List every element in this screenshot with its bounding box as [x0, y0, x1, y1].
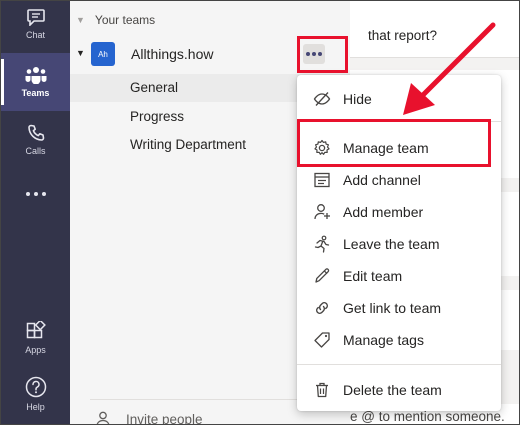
compose-placeholder: e @ to mention someone. — [350, 409, 505, 424]
team-row[interactable]: ▼ Ah Allthings.how — [70, 39, 350, 71]
menu-item-hide[interactable]: Hide — [297, 83, 501, 115]
apps-icon — [26, 321, 46, 339]
menu-label: Add member — [343, 204, 424, 220]
add-member-icon — [314, 204, 330, 220]
menu-label: Leave the team — [343, 236, 440, 252]
menu-label: Manage team — [343, 140, 429, 156]
dot-icon — [312, 52, 316, 56]
menu-label: Delete the team — [343, 382, 442, 398]
chevron-down-icon: ▼ — [76, 15, 85, 25]
rail-label-chat: Chat — [25, 30, 45, 40]
dot-icon — [306, 52, 310, 56]
message-card: that report? — [350, 1, 519, 58]
team-options-menu: Hide Manage team Add channel Add member … — [297, 75, 501, 411]
gear-icon — [314, 139, 330, 155]
invite-label: Invite people — [126, 411, 203, 425]
your-teams-label: Your teams — [94, 13, 156, 27]
add-person-icon — [96, 411, 110, 424]
leave-icon — [314, 235, 330, 253]
help-icon — [25, 376, 46, 398]
channel-writing-department[interactable]: Writing Department — [130, 137, 246, 152]
rail-item-calls[interactable]: Calls — [1, 111, 70, 169]
hide-icon — [313, 92, 331, 106]
chat-icon — [26, 9, 45, 26]
rail-label-calls: Calls — [25, 146, 46, 156]
channel-label: Writing Department — [130, 137, 247, 152]
menu-label: Manage tags — [343, 332, 424, 348]
rail-item-chat[interactable]: Chat — [1, 1, 70, 53]
rail-item-teams[interactable]: Teams — [1, 53, 70, 111]
add-channel-icon — [314, 172, 330, 188]
app-rail: Chat Teams Calls Apps Help — [1, 1, 70, 424]
menu-item-leave-team[interactable]: Leave the team — [297, 228, 501, 260]
dot-icon — [318, 52, 322, 56]
menu-item-delete-team[interactable]: Delete the team — [297, 374, 501, 406]
rail-label-teams: Teams — [21, 88, 50, 98]
more-icon — [25, 192, 46, 196]
menu-item-add-member[interactable]: Add member — [297, 196, 501, 228]
menu-item-get-link[interactable]: Get link to team — [297, 292, 501, 324]
link-icon — [316, 302, 328, 314]
invite-people-button[interactable]: Invite people — [96, 411, 203, 425]
expand-caret-icon[interactable]: ▼ — [76, 48, 85, 58]
team-name: Allthings.how — [131, 46, 214, 62]
menu-label: Hide — [343, 91, 372, 107]
channel-progress[interactable]: Progress — [130, 109, 184, 124]
rail-item-help[interactable]: Help — [1, 365, 70, 423]
menu-label: Add channel — [343, 172, 421, 188]
tag-icon — [314, 332, 330, 348]
menu-item-edit-team[interactable]: Edit team — [297, 260, 501, 292]
rail-item-more[interactable] — [1, 165, 70, 223]
more-options-button[interactable] — [303, 44, 325, 64]
menu-divider — [297, 121, 501, 122]
phone-icon — [27, 124, 44, 141]
rail-label-apps: Apps — [25, 345, 46, 355]
your-teams-header[interactable]: ▼ Your teams — [76, 13, 155, 27]
teams-window: Chat Teams Calls Apps Help ▼ Your teams … — [0, 0, 520, 425]
channel-label: Progress — [130, 109, 185, 124]
menu-divider — [297, 364, 501, 365]
menu-item-add-channel[interactable]: Add channel — [297, 164, 501, 196]
menu-label: Edit team — [343, 268, 403, 284]
rail-label-help: Help — [26, 402, 45, 412]
team-avatar: Ah — [91, 42, 115, 66]
pencil-icon — [315, 268, 330, 283]
trash-icon — [316, 382, 328, 398]
message-text: that report? — [368, 28, 438, 43]
menu-item-manage-team[interactable]: Manage team — [297, 132, 501, 164]
teams-icon — [25, 67, 46, 84]
rail-item-apps[interactable]: Apps — [1, 309, 70, 367]
menu-item-manage-tags[interactable]: Manage tags — [297, 324, 501, 356]
menu-label: Get link to team — [343, 300, 442, 316]
channel-label: General — [130, 80, 179, 95]
